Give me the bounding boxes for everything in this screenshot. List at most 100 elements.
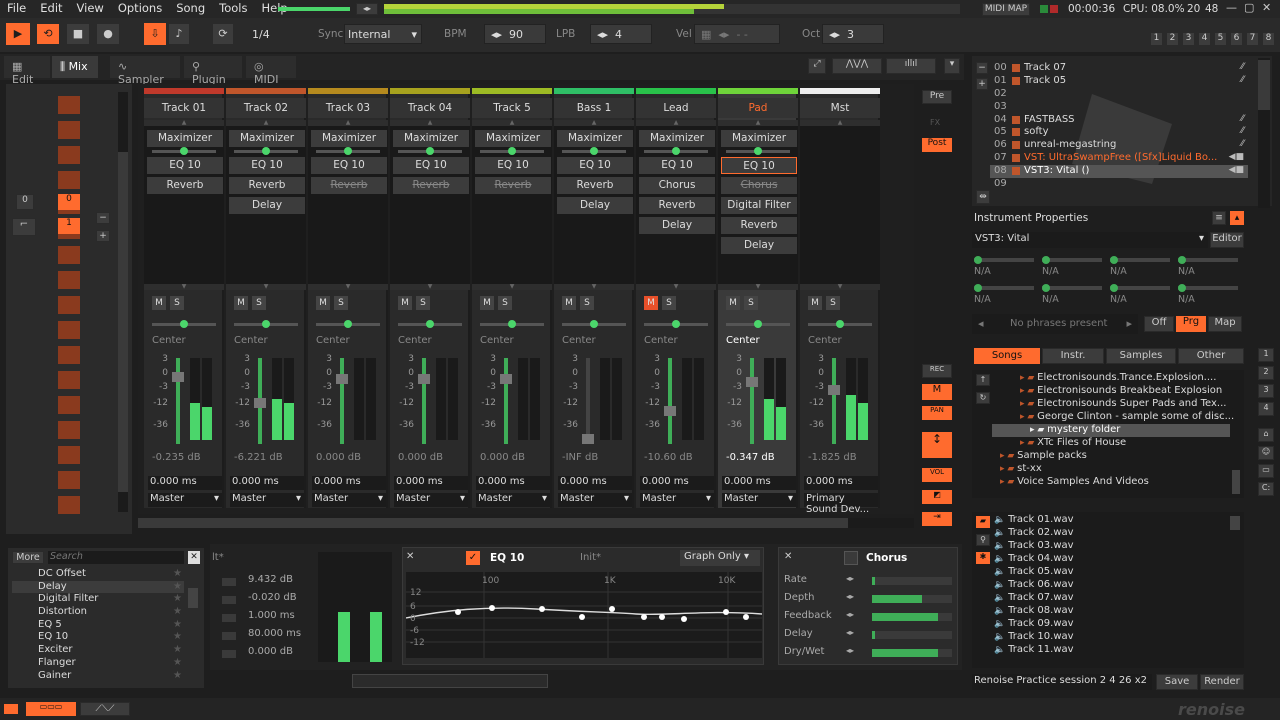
plus-icon[interactable]: + (96, 230, 110, 242)
block-loop-button[interactable]: ⟳ (212, 23, 234, 45)
track-delay-field[interactable]: 0.000 ms (148, 476, 222, 490)
fx-scroll-down-icon[interactable]: ▼ (472, 284, 552, 290)
browser-folder-item[interactable]: ▸ ▰ st-xx (1000, 463, 1230, 476)
star-icon[interactable]: ★ (173, 631, 182, 642)
file-list-item[interactable]: 🔈 Track 09.wav (994, 618, 1224, 631)
instrument-row[interactable]: 04 FASTBASS ⁄⁄ (990, 114, 1248, 127)
sync-select[interactable]: Internal ▾ (344, 24, 422, 44)
chorus-enable-checkbox[interactable] (844, 551, 858, 565)
volume-fader-handle[interactable] (336, 374, 348, 384)
tab-edit[interactable]: ▦ Edit (4, 56, 50, 86)
layout-1-button[interactable]: 1 (1258, 348, 1274, 362)
delay-toggle-icon[interactable]: ◩ (922, 490, 952, 504)
browser-folder-item[interactable]: ▸ ▰ Electronisounds.Trance.Explosion.... (1000, 372, 1230, 385)
instrument-row[interactable]: 06 unreal-megastring ⁄⁄ (990, 139, 1248, 152)
fx-scroll-down-icon[interactable]: ▼ (718, 284, 798, 290)
fx-search-input[interactable]: Search (48, 551, 184, 564)
chorus-param-row[interactable]: Dry/Wet ◂▸ (782, 646, 958, 664)
volume-fader-track[interactable] (750, 358, 754, 444)
pan-knob[interactable] (426, 320, 434, 328)
fx-gain-knob[interactable] (180, 147, 188, 155)
phrase-off-button[interactable]: Off (1144, 316, 1174, 332)
volume-fader-handle[interactable] (664, 406, 676, 416)
macro-slider[interactable] (1042, 258, 1102, 262)
macro-knob[interactable] (1178, 256, 1186, 264)
instrument-row[interactable]: 02 (990, 88, 1248, 101)
phrase-map-button[interactable]: Map (1208, 316, 1242, 332)
instrument-row[interactable]: 00 Track 07 ⁄⁄ (990, 62, 1248, 75)
browser-tab-instr[interactable]: Instr. (1042, 348, 1104, 364)
volume-fader-handle[interactable] (418, 374, 430, 384)
device-param-row[interactable]: 80.000 ms (212, 628, 312, 646)
pattern-view-toggle[interactable]: ▭▭▭ (26, 702, 76, 716)
fx-list-item[interactable]: Flanger ★ (12, 657, 184, 670)
mute-toggle-icon[interactable]: M (922, 384, 952, 400)
layout-3-button[interactable]: 3 (1258, 384, 1274, 398)
left-value-b[interactable]: 0 (58, 194, 80, 210)
chorus-param-slider[interactable] (872, 595, 952, 603)
phrase-next-icon[interactable]: ▸ (1126, 317, 1132, 330)
fx-list-item[interactable]: EQ 10 ★ (12, 631, 184, 644)
track-name[interactable]: Track 01 (144, 98, 224, 118)
fx-device-slot[interactable]: EQ 10 (393, 157, 469, 174)
track-name[interactable]: Track 02 (226, 98, 306, 118)
instr-collapse-icon[interactable]: ⇹ (976, 190, 990, 204)
render-button[interactable]: Render (1200, 674, 1244, 690)
track-delay-field[interactable]: 0.000 ms (640, 476, 714, 490)
eq-close-icon[interactable]: ✕ (406, 551, 414, 562)
macro-slider[interactable] (1178, 258, 1238, 262)
fx-device-slot[interactable]: Maximizer (557, 130, 633, 147)
fx-device-slot[interactable]: Maximizer (147, 130, 223, 147)
fx-device-slot[interactable]: Reverb (639, 197, 715, 214)
fx-device-slot[interactable]: Maximizer (311, 130, 387, 147)
track-num-button[interactable]: 1 (1150, 32, 1163, 46)
macro-slider[interactable] (1110, 258, 1170, 262)
fx-list-item[interactable]: Exciter ★ (12, 644, 184, 657)
fx-device-slot[interactable]: EQ 10 (311, 157, 387, 174)
tab-mix[interactable]: ⫼ Mix (52, 56, 98, 78)
param-arrows-icon[interactable]: ◂▸ (846, 610, 854, 619)
block-loop-value[interactable]: 1/4 (252, 28, 270, 41)
pan-toggle-icon[interactable]: PAN (922, 406, 952, 420)
chorus-param-slider[interactable] (872, 577, 952, 585)
fx-device-slot[interactable]: EQ 10 (721, 157, 797, 174)
volume-fader-handle[interactable] (500, 374, 512, 384)
collapse-orange-icon[interactable]: ▴ (1230, 211, 1244, 225)
param-slider[interactable] (222, 650, 236, 658)
home-icon[interactable]: ⌂ (1258, 428, 1274, 442)
fx-device-slot[interactable]: Reverb (475, 177, 551, 194)
eq-preset[interactable]: Init* (580, 552, 601, 563)
fx-device-slot[interactable]: Reverb (311, 177, 387, 194)
track-delay-field[interactable]: 0.000 ms (312, 476, 386, 490)
plugin-select[interactable]: VST3: Vital ▾ (972, 232, 1208, 248)
output-routing-select[interactable]: Primary Sound Dev... (804, 493, 878, 515)
pan-knob[interactable] (262, 320, 270, 328)
browser-folder-item[interactable]: ▸ ▰ George Clinton - sample some of disc… (1000, 411, 1234, 424)
save-button[interactable]: Save (1156, 674, 1198, 690)
fx-device-slot[interactable]: Reverb (393, 177, 469, 194)
track-name[interactable]: Mst (800, 98, 880, 118)
solo-button[interactable]: S (580, 296, 594, 310)
star-icon[interactable]: ★ (173, 568, 182, 579)
volume-fader-handle[interactable] (828, 385, 840, 396)
fx-device-slot[interactable]: Maximizer (229, 130, 305, 147)
param-slider[interactable] (222, 632, 236, 640)
macro-knob[interactable] (1042, 284, 1050, 292)
fx-list-item[interactable]: DC Offset ★ (12, 568, 184, 581)
fx-device-slot[interactable]: EQ 10 (147, 157, 223, 174)
fx-device-slot[interactable]: Chorus (721, 177, 797, 194)
mute-button[interactable]: M (644, 296, 658, 310)
pre-button[interactable]: Pre (922, 90, 952, 104)
lpb-field[interactable]: ◂▸ 4 (590, 24, 652, 44)
param-arrows-icon[interactable]: ◂▸ (846, 574, 854, 583)
star-icon[interactable]: ★ (173, 606, 182, 617)
browser-tab-songs[interactable]: Songs (974, 348, 1040, 364)
close-window-icon[interactable]: ✕ (1262, 1, 1271, 14)
fx-device-slot[interactable]: EQ 10 (475, 157, 551, 174)
master-volume-slider[interactable] (278, 7, 350, 11)
macro-slider[interactable] (1110, 286, 1170, 290)
solo-button[interactable]: S (170, 296, 184, 310)
loop-icon[interactable]: ⌐ (12, 218, 36, 236)
fx-gain-knob[interactable] (262, 147, 270, 155)
volume-fader-handle[interactable] (746, 377, 758, 388)
